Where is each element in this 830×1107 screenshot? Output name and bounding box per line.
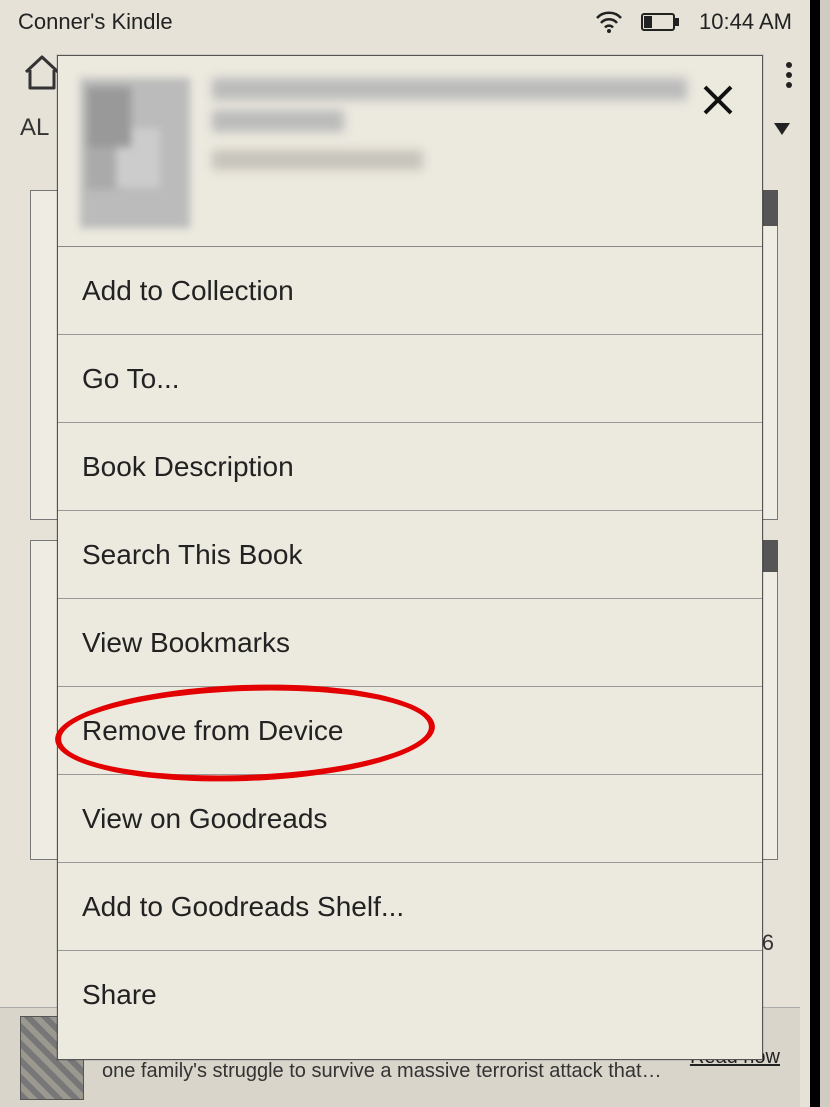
menu-item-label: Share [82,979,157,1011]
menu-item-remove-from-device[interactable]: Remove from Device [58,687,762,775]
overflow-menu-icon[interactable] [786,58,792,92]
menu-list: Add to Collection Go To... Book Descript… [58,247,762,1039]
sort-dropdown[interactable] [768,115,790,141]
menu-item-label: Remove from Device [82,715,343,747]
menu-item-go-to[interactable]: Go To... [58,335,762,423]
battery-icon [641,12,681,32]
close-icon [701,83,735,117]
wifi-icon [595,11,623,33]
home-icon[interactable] [22,54,62,97]
menu-item-view-bookmarks[interactable]: View Bookmarks [58,599,762,687]
menu-item-label: Book Description [82,451,294,483]
chevron-down-icon [774,123,790,135]
book-title-block [212,78,740,228]
menu-item-search-this-book[interactable]: Search This Book [58,511,762,599]
menu-item-view-on-goodreads[interactable]: View on Goodreads [58,775,762,863]
menu-item-add-to-collection[interactable]: Add to Collection [58,247,762,335]
menu-item-label: Add to Goodreads Shelf... [82,891,404,923]
book-actions-modal: Add to Collection Go To... Book Descript… [57,55,763,1060]
status-bar: Conner's Kindle 10:44 AM [0,0,810,44]
menu-item-label: Add to Collection [82,275,294,307]
menu-item-label: View Bookmarks [82,627,290,659]
clock-time: 10:44 AM [699,9,792,35]
close-button[interactable] [696,78,740,122]
kindle-screen: Conner's Kindle 10:44 AM [0,0,820,1107]
menu-item-add-to-goodreads-shelf[interactable]: Add to Goodreads Shelf... [58,863,762,951]
menu-item-label: View on Goodreads [82,803,327,835]
menu-item-label: Search This Book [82,539,303,571]
book-cover-thumb [80,78,190,228]
menu-item-book-description[interactable]: Book Description [58,423,762,511]
menu-item-share[interactable]: Share [58,951,762,1039]
menu-item-label: Go To... [82,363,180,395]
modal-header [58,56,762,247]
library-filter-label[interactable]: AL [20,114,49,142]
device-name: Conner's Kindle [18,9,173,35]
